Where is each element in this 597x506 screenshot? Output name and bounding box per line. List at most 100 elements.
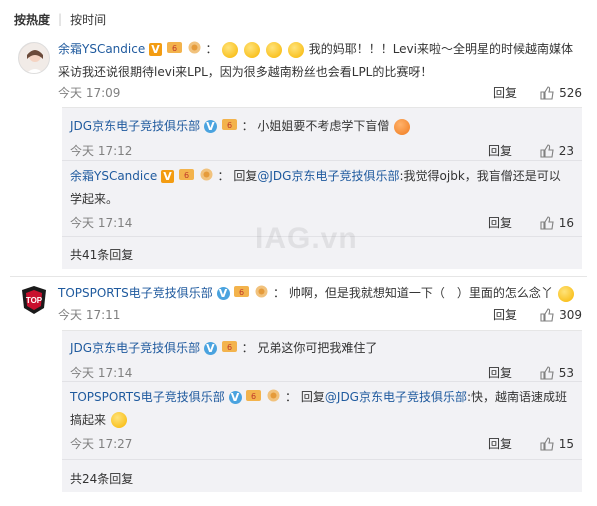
thumbs-up-icon bbox=[540, 365, 554, 380]
sort-bar: 按热度 | 按时间 bbox=[14, 8, 106, 30]
like-button[interactable]: 23 bbox=[540, 142, 574, 160]
divider bbox=[62, 459, 582, 460]
reply-button[interactable]: 回复 bbox=[488, 364, 512, 382]
sort-separator: | bbox=[58, 12, 63, 26]
sub-comment-meta: 今天 17:27 回复 15 bbox=[70, 435, 574, 453]
more-replies-link[interactable]: 共41条回复 bbox=[70, 246, 133, 263]
reply-prefix: 回复 bbox=[233, 169, 258, 183]
verified-v-icon: V bbox=[149, 43, 163, 56]
thumbs-up-icon bbox=[540, 436, 554, 451]
comment-username[interactable]: TOPSPORTS电子竞技俱乐部 bbox=[58, 286, 213, 300]
sub-comment-time: 今天 17:14 bbox=[70, 365, 133, 380]
laugh-emoji-icon bbox=[244, 41, 261, 58]
divider bbox=[62, 160, 582, 161]
colon-separator: ： bbox=[273, 286, 286, 300]
member-badge-icon: 6 bbox=[178, 166, 194, 188]
reply-button[interactable]: 回复 bbox=[488, 142, 512, 160]
sub-comment-text: 兄弟这你可把我难住了 bbox=[257, 341, 378, 355]
avatar[interactable]: TOP bbox=[18, 284, 50, 316]
svg-text:6: 6 bbox=[172, 44, 177, 53]
medal-icon bbox=[200, 166, 213, 188]
sub-comment: JDG京东电子竞技俱乐部 V 6 ： 兄弟这你可把我难住了 今天 17:14 回… bbox=[70, 337, 574, 382]
comment-body: 余霜YSCandice V 6 ： 我的妈耶！！！Levi来啦～全明星的时候越南… bbox=[58, 38, 580, 83]
colon-separator: ： bbox=[241, 119, 254, 133]
member-badge-icon: 6 bbox=[246, 387, 262, 409]
comment-meta: 今天 17:09 回复 526 bbox=[58, 84, 582, 102]
mention-link[interactable]: @JDG京东电子竞技俱乐部 bbox=[257, 169, 399, 183]
like-count: 526 bbox=[559, 86, 582, 100]
comment-meta: 今天 17:11 回复 309 bbox=[58, 306, 582, 324]
sub-comment-body: 余霜YSCandice V 6 ： 回复@JDG京东电子竞技俱乐部:我觉得ojb… bbox=[70, 165, 570, 210]
like-button[interactable]: 53 bbox=[540, 364, 574, 382]
divider bbox=[62, 381, 582, 382]
reply-button[interactable]: 回复 bbox=[488, 435, 512, 453]
medal-icon bbox=[267, 387, 280, 409]
sub-comment-time: 今天 17:27 bbox=[70, 436, 133, 451]
verified-v-icon: V bbox=[216, 287, 230, 300]
thumbs-up-icon bbox=[540, 143, 554, 158]
reply-button[interactable]: 回复 bbox=[488, 214, 512, 232]
sub-comment-box: JDG京东电子竞技俱乐部 V 6 ： 兄弟这你可把我难住了 今天 17:14 回… bbox=[62, 330, 582, 492]
like-count: 15 bbox=[558, 436, 574, 451]
mention-link[interactable]: @JDG京东电子竞技俱乐部 bbox=[325, 390, 467, 404]
sub-comment: JDG京东电子竞技俱乐部 V 6 ： 小姐姐要不考虑学下盲僧 今天 17:12 … bbox=[70, 115, 574, 160]
thumbs-up-emoji-icon bbox=[287, 41, 304, 58]
sub-comment-text: 小姐姐要不考虑学下盲僧 bbox=[257, 119, 390, 133]
like-count: 23 bbox=[558, 143, 574, 158]
member-badge-icon: 6 bbox=[166, 39, 182, 61]
sub-comment-body: JDG京东电子竞技俱乐部 V 6 ： 兄弟这你可把我难住了 bbox=[70, 337, 570, 360]
user-avatar-icon bbox=[19, 43, 49, 73]
medal-icon bbox=[255, 283, 268, 305]
medal-icon bbox=[188, 39, 201, 61]
sub-comment-meta: 今天 17:14 回复 53 bbox=[70, 364, 574, 382]
reply-button[interactable]: 回复 bbox=[493, 84, 517, 102]
verified-v-icon: V bbox=[203, 120, 217, 133]
like-count: 53 bbox=[558, 365, 574, 380]
like-button[interactable]: 309 bbox=[540, 306, 582, 324]
member-badge-icon: 6 bbox=[234, 283, 250, 305]
like-button[interactable]: 15 bbox=[540, 435, 574, 453]
verified-v-icon: V bbox=[161, 170, 175, 183]
sub-comment-time: 今天 17:12 bbox=[70, 143, 133, 158]
more-replies-link[interactable]: 共24条回复 bbox=[70, 470, 133, 487]
dog-emoji-icon bbox=[110, 412, 127, 428]
comment-time: 今天 17:11 bbox=[58, 308, 121, 322]
reply-prefix: 回复 bbox=[300, 390, 325, 404]
like-button[interactable]: 16 bbox=[540, 214, 574, 232]
sub-comment-body: TOPSPORTS电子竞技俱乐部 V 6 ： 回复@JDG京东电子竞技俱乐部:快… bbox=[70, 386, 570, 431]
laugh-emoji-icon bbox=[557, 285, 574, 302]
sub-comment-username[interactable]: TOPSPORTS电子竞技俱乐部 bbox=[70, 390, 225, 404]
sub-comment-meta: 今天 17:12 回复 23 bbox=[70, 142, 574, 160]
sort-by-hot-tab[interactable]: 按热度 bbox=[14, 11, 50, 28]
avatar[interactable] bbox=[18, 42, 50, 74]
svg-text:6: 6 bbox=[251, 392, 256, 401]
thumbs-up-icon bbox=[540, 308, 554, 322]
thumbs-up-icon bbox=[540, 86, 554, 100]
sub-comment-username[interactable]: 余霜YSCandice bbox=[70, 169, 157, 183]
like-count: 16 bbox=[558, 215, 574, 230]
colon-separator: ： bbox=[241, 341, 254, 355]
verified-v-icon: V bbox=[228, 391, 242, 404]
member-badge-icon: 6 bbox=[221, 116, 237, 138]
reply-button[interactable]: 回复 bbox=[493, 306, 517, 324]
colon-separator: ： bbox=[285, 390, 298, 404]
svg-text:6: 6 bbox=[184, 171, 189, 180]
thumbs-up-icon bbox=[540, 215, 554, 230]
laugh-emoji-icon bbox=[222, 41, 239, 58]
sub-comment: TOPSPORTS电子竞技俱乐部 V 6 ： 回复@JDG京东电子竞技俱乐部:快… bbox=[70, 386, 574, 453]
verified-v-icon: V bbox=[203, 342, 217, 355]
comment-body: TOPSPORTS电子竞技俱乐部 V 6 ： 帅啊，但是我就想知道一下（ ）里面… bbox=[58, 282, 580, 305]
colon-separator: ： bbox=[205, 42, 218, 56]
sub-comment-body: JDG京东电子竞技俱乐部 V 6 ： 小姐姐要不考虑学下盲僧 bbox=[70, 115, 570, 138]
svg-text:6: 6 bbox=[239, 288, 244, 297]
thumbs-up-emoji-icon bbox=[266, 41, 283, 58]
sub-comment-username[interactable]: JDG京东电子竞技俱乐部 bbox=[70, 341, 200, 355]
colon-separator: ： bbox=[217, 169, 230, 183]
like-button[interactable]: 526 bbox=[540, 84, 582, 102]
member-badge-icon: 6 bbox=[221, 338, 237, 360]
like-count: 309 bbox=[559, 308, 582, 322]
sort-by-time-tab[interactable]: 按时间 bbox=[70, 11, 106, 28]
comment-username[interactable]: 余霜YSCandice bbox=[58, 42, 145, 56]
sub-comment-username[interactable]: JDG京东电子竞技俱乐部 bbox=[70, 119, 200, 133]
svg-text:6: 6 bbox=[227, 121, 232, 130]
